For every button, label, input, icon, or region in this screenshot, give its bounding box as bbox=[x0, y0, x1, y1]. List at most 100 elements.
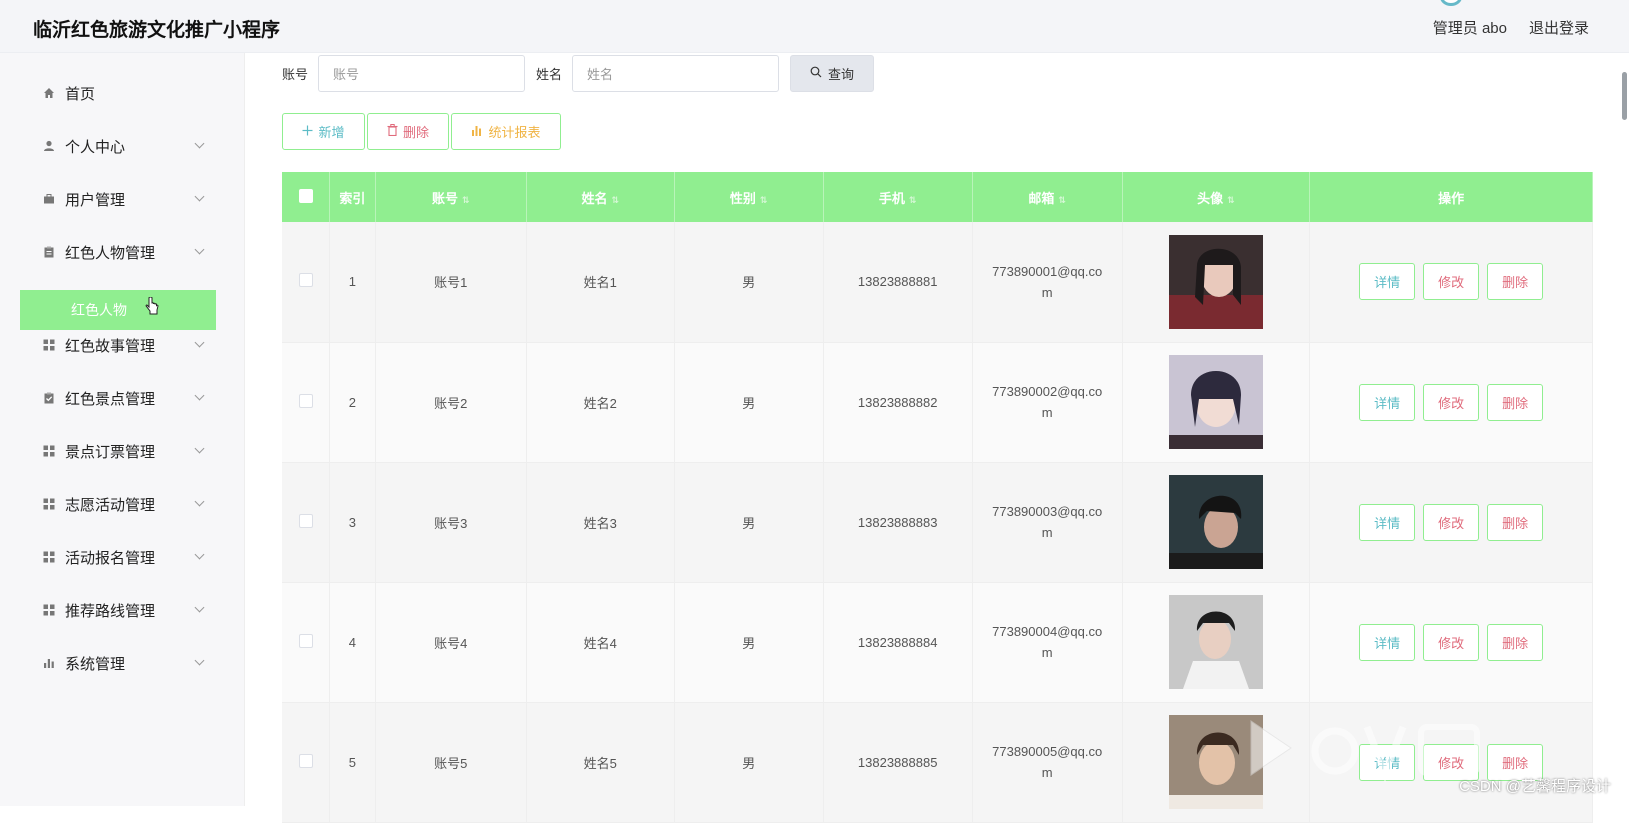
chevron-down-icon bbox=[195, 550, 205, 560]
sidebar-item-system-management[interactable]: 系统管理 bbox=[0, 643, 228, 683]
chevron-down-icon bbox=[195, 391, 205, 401]
detail-button[interactable]: 详情 bbox=[1359, 624, 1415, 661]
cell-avatar bbox=[1122, 222, 1310, 342]
sidebar-item-red-figure-management[interactable]: 红色人物管理 bbox=[0, 232, 228, 272]
video-editor-watermark-logo bbox=[1245, 713, 1485, 783]
column-header-account[interactable]: 账号⇅ bbox=[375, 172, 526, 222]
edit-button[interactable]: 修改 bbox=[1423, 263, 1479, 300]
cell-actions: 详情 修改 删除 bbox=[1310, 342, 1593, 462]
avatar-photo[interactable] bbox=[1169, 235, 1263, 329]
bar-chart-icon bbox=[471, 124, 483, 139]
email-text: 773890004@qq.com bbox=[987, 621, 1107, 663]
sidebar-item-home[interactable]: 首页 bbox=[0, 73, 228, 113]
avatar-photo[interactable] bbox=[1169, 595, 1263, 689]
cell-email: 773890004@qq.com bbox=[972, 582, 1122, 702]
chevron-down-icon bbox=[195, 444, 205, 454]
cell-account: 账号3 bbox=[375, 462, 526, 582]
cell-gender: 男 bbox=[674, 342, 823, 462]
row-checkbox[interactable] bbox=[299, 514, 313, 528]
sidebar-item-label: 首页 bbox=[65, 83, 95, 104]
table-row: 3 账号3 姓名3 男 13823888883 773890003@qq.com… bbox=[282, 462, 1593, 582]
email-text: 773890002@qq.com bbox=[987, 381, 1107, 423]
delete-button[interactable]: 删除 bbox=[1487, 263, 1543, 300]
avatar[interactable] bbox=[1440, 0, 1462, 6]
add-button[interactable]: 新增 bbox=[282, 113, 365, 150]
grid-icon bbox=[43, 339, 55, 351]
edit-button[interactable]: 修改 bbox=[1423, 624, 1479, 661]
cell-name: 姓名1 bbox=[526, 222, 674, 342]
sidebar-item-route-management[interactable]: 推荐路线管理 bbox=[0, 590, 228, 630]
row-checkbox[interactable] bbox=[299, 634, 313, 648]
column-header-phone[interactable]: 手机⇅ bbox=[823, 172, 972, 222]
cell-account: 账号1 bbox=[375, 222, 526, 342]
clipboard-check-icon bbox=[43, 392, 55, 404]
name-search-input[interactable]: 姓名 bbox=[572, 55, 779, 92]
cell-account: 账号4 bbox=[375, 582, 526, 702]
csdn-watermark: CSDN @艺馨程序设计 bbox=[1459, 775, 1611, 796]
account-search-input[interactable]: 账号 bbox=[318, 55, 525, 92]
admin-user-label[interactable]: 管理员 abo bbox=[1433, 17, 1507, 38]
sidebar-item-label: 红色故事管理 bbox=[65, 335, 155, 356]
sort-icon[interactable]: ⇅ bbox=[909, 195, 917, 206]
name-placeholder: 姓名 bbox=[587, 64, 613, 83]
sidebar-item-signup-management[interactable]: 活动报名管理 bbox=[0, 537, 228, 577]
batch-delete-button[interactable]: 删除 bbox=[367, 113, 449, 150]
row-checkbox[interactable] bbox=[299, 754, 313, 768]
sidebar-subitem-red-figure[interactable]: 红色人物 bbox=[20, 290, 216, 330]
sidebar-item-red-scenic-management[interactable]: 红色景点管理 bbox=[0, 378, 228, 418]
cell-phone: 13823888881 bbox=[823, 222, 972, 342]
column-header-gender[interactable]: 性别⇅ bbox=[674, 172, 823, 222]
cell-actions: 详情 修改 删除 bbox=[1310, 222, 1593, 342]
column-header-name[interactable]: 姓名⇅ bbox=[526, 172, 674, 222]
table-row: 2 账号2 姓名2 男 13823888882 773890002@qq.com… bbox=[282, 342, 1593, 462]
account-label: 账号 bbox=[282, 64, 308, 83]
stats-report-button[interactable]: 统计报表 bbox=[451, 113, 561, 150]
user-icon bbox=[43, 140, 55, 152]
sort-icon[interactable]: ⇅ bbox=[462, 195, 470, 206]
detail-button[interactable]: 详情 bbox=[1359, 384, 1415, 421]
edit-button[interactable]: 修改 bbox=[1423, 384, 1479, 421]
select-all-cell[interactable] bbox=[282, 172, 330, 222]
sort-icon[interactable]: ⇅ bbox=[1058, 195, 1066, 206]
delete-button[interactable]: 删除 bbox=[1487, 504, 1543, 541]
delete-button[interactable]: 删除 bbox=[1487, 384, 1543, 421]
sidebar-item-personal-center[interactable]: 个人中心 bbox=[0, 126, 228, 166]
scrollbar[interactable] bbox=[1622, 72, 1627, 120]
sidebar-item-label: 活动报名管理 bbox=[65, 547, 155, 568]
sidebar-item-user-management[interactable]: 用户管理 bbox=[0, 179, 228, 219]
cell-index: 1 bbox=[330, 222, 376, 342]
sidebar-item-volunteer-management[interactable]: 志愿活动管理 bbox=[0, 484, 228, 524]
detail-button[interactable]: 详情 bbox=[1359, 504, 1415, 541]
chevron-down-icon bbox=[195, 497, 205, 507]
top-bar: 临沂红色旅游文化推广小程序 管理员 abo 退出登录 bbox=[0, 0, 1629, 53]
column-header-email[interactable]: 邮箱⇅ bbox=[972, 172, 1122, 222]
delete-button[interactable]: 删除 bbox=[1487, 624, 1543, 661]
sort-icon[interactable]: ⇅ bbox=[611, 195, 619, 206]
grid-icon bbox=[43, 498, 55, 510]
cell-email: 773890005@qq.com bbox=[972, 702, 1122, 822]
detail-button[interactable]: 详情 bbox=[1359, 263, 1415, 300]
chevron-down-icon bbox=[195, 338, 205, 348]
row-checkbox[interactable] bbox=[299, 394, 313, 408]
chevron-down-icon bbox=[195, 603, 205, 613]
sidebar-item-label: 景点订票管理 bbox=[65, 441, 155, 462]
avatar-photo[interactable] bbox=[1169, 475, 1263, 569]
account-placeholder: 账号 bbox=[333, 64, 359, 83]
sort-icon[interactable]: ⇅ bbox=[760, 195, 768, 206]
cell-email: 773890003@qq.com bbox=[972, 462, 1122, 582]
query-button-label: 查询 bbox=[828, 64, 854, 83]
chevron-down-icon bbox=[195, 245, 205, 255]
avatar-photo[interactable] bbox=[1169, 355, 1263, 449]
edit-button[interactable]: 修改 bbox=[1423, 504, 1479, 541]
home-icon bbox=[43, 87, 55, 99]
sidebar-item-red-story-management[interactable]: 红色故事管理 bbox=[0, 325, 228, 365]
logout-link[interactable]: 退出登录 bbox=[1529, 17, 1589, 38]
sort-icon[interactable]: ⇅ bbox=[1227, 195, 1235, 206]
delete-button-label: 删除 bbox=[403, 122, 429, 141]
row-checkbox[interactable] bbox=[299, 273, 313, 287]
select-all-checkbox[interactable] bbox=[299, 189, 313, 203]
action-toolbar: 新增 删除 统计报表 bbox=[282, 113, 561, 150]
column-header-avatar[interactable]: 头像⇅ bbox=[1122, 172, 1310, 222]
sidebar-item-ticket-management[interactable]: 景点订票管理 bbox=[0, 431, 228, 471]
query-button[interactable]: 查询 bbox=[790, 55, 874, 92]
